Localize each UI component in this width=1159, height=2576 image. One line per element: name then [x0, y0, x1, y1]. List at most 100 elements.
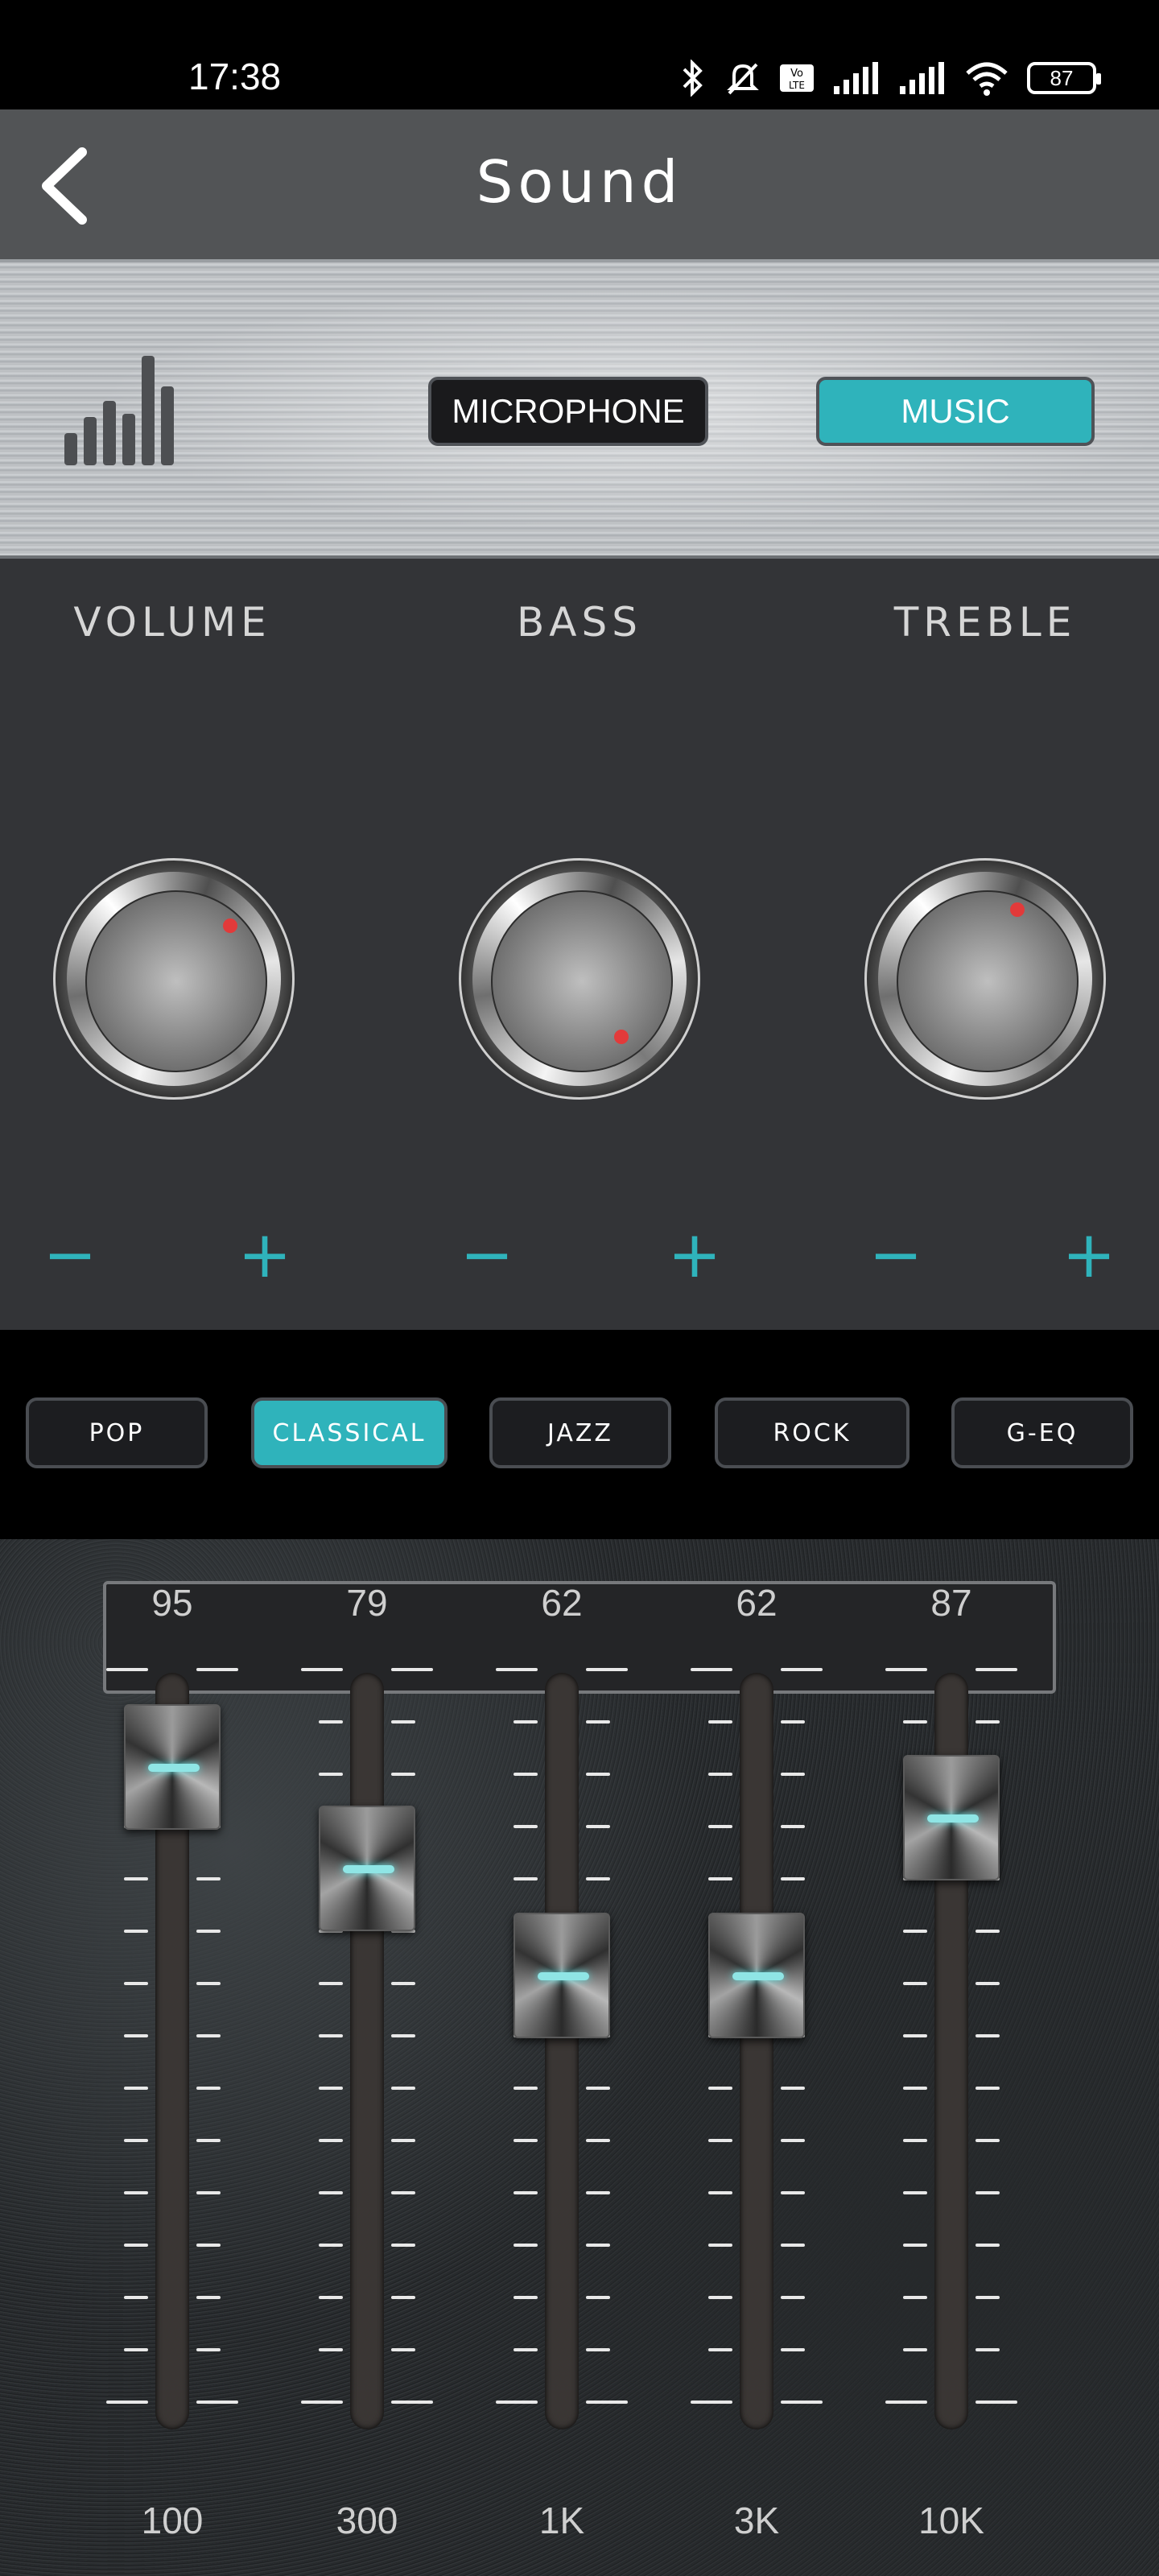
- preset-jazz[interactable]: JAZZ: [489, 1397, 671, 1468]
- eq-tick: [319, 2034, 343, 2037]
- eq-tick: [903, 2244, 927, 2247]
- eq-tick: [124, 2191, 148, 2194]
- eq-tick: [975, 2296, 1000, 2299]
- eq-tick: [514, 2244, 538, 2247]
- eq-tick: [319, 1773, 343, 1776]
- status-time: 17:38: [188, 56, 282, 97]
- eq-tick: [106, 1668, 148, 1671]
- eq-tick: [708, 2139, 732, 2142]
- eq-track-300[interactable]: [350, 1673, 384, 2429]
- eq-tick: [391, 2348, 415, 2351]
- eq-tick: [496, 2401, 538, 2404]
- eq-tick: [391, 1982, 415, 1985]
- eq-tick: [319, 2087, 343, 2090]
- eq-tick: [586, 2401, 628, 2404]
- eq-tick: [691, 1668, 732, 1671]
- eq-tick: [975, 1930, 1000, 1933]
- eq-tick: [124, 1877, 148, 1880]
- treble-plus-button[interactable]: +: [1053, 1219, 1125, 1291]
- eq-slider-thumb-1k[interactable]: [514, 1913, 610, 2038]
- eq-tick: [975, 2401, 1017, 2404]
- eq-tick: [391, 1773, 415, 1776]
- eq-tick: [903, 2087, 927, 2090]
- microphone-button[interactable]: MICROPHONE: [428, 377, 708, 446]
- eq-freq-label-3k: 3K: [733, 2500, 780, 2541]
- bass-knob[interactable]: [459, 858, 700, 1100]
- volume-minus-button[interactable]: −: [34, 1219, 106, 1291]
- eq-tick: [196, 1930, 221, 1933]
- bass-minus-button[interactable]: −: [451, 1219, 523, 1291]
- volume-knob-indicator: [223, 919, 237, 933]
- eq-tick: [781, 1720, 805, 1724]
- eq-tick: [319, 2191, 343, 2194]
- eq-slider-thumb-300[interactable]: [319, 1806, 415, 1931]
- eq-tick: [319, 1720, 343, 1724]
- signal-icon: [834, 62, 878, 94]
- eq-tick: [391, 2139, 415, 2142]
- preset-pop[interactable]: POP: [26, 1397, 208, 1468]
- eq-tick: [781, 2244, 805, 2247]
- bass-label: BASS: [517, 599, 642, 646]
- bass-knob-indicator: [614, 1030, 629, 1044]
- preset-g-eq[interactable]: G-EQ: [951, 1397, 1133, 1468]
- treble-knob[interactable]: [864, 858, 1106, 1100]
- eq-tick: [586, 1720, 610, 1724]
- eq-tick: [903, 2034, 927, 2037]
- eq-tick: [514, 1877, 538, 1880]
- eq-slider-thumb-10k[interactable]: [903, 1755, 1000, 1880]
- eq-slider-thumb-3k[interactable]: [708, 1913, 805, 2038]
- status-bar: 17:38 Vo LTE 87: [0, 0, 1159, 109]
- eq-tick: [586, 2244, 610, 2247]
- eq-tick: [903, 2348, 927, 2351]
- eq-tick: [391, 1720, 415, 1724]
- eq-tick: [708, 2191, 732, 2194]
- volume-knob-face: [85, 890, 267, 1072]
- eq-tick: [903, 2139, 927, 2142]
- volume-plus-button[interactable]: +: [229, 1219, 301, 1291]
- eq-tick: [781, 2191, 805, 2194]
- eq-tick: [885, 1668, 927, 1671]
- eq-value-1k: 62: [541, 1582, 583, 1624]
- eq-tick: [319, 1982, 343, 1985]
- eq-tick: [196, 2191, 221, 2194]
- eq-tick: [885, 2401, 927, 2404]
- eq-value-300: 79: [346, 1582, 388, 1624]
- eq-tick: [301, 1668, 343, 1671]
- eq-tick: [514, 2296, 538, 2299]
- eq-tick: [124, 1930, 148, 1933]
- eq-tick: [319, 2296, 343, 2299]
- music-button[interactable]: MUSIC: [816, 377, 1095, 446]
- svg-text:LTE: LTE: [789, 80, 805, 91]
- eq-tick: [106, 2401, 148, 2404]
- preset-classical[interactable]: CLASSICAL: [251, 1397, 448, 1468]
- treble-minus-button[interactable]: −: [860, 1219, 932, 1291]
- eq-tick: [514, 1773, 538, 1776]
- signal-icon-2: [900, 62, 944, 94]
- status-icons: Vo LTE 87: [679, 58, 1101, 98]
- eq-slider-thumb-100[interactable]: [124, 1704, 221, 1830]
- eq-tick: [391, 2034, 415, 2037]
- eq-tick: [975, 2034, 1000, 2037]
- eq-tick: [708, 2087, 732, 2090]
- volume-knob[interactable]: [53, 858, 295, 1100]
- eq-tick: [124, 1982, 148, 1985]
- eq-track-1k[interactable]: [545, 1673, 579, 2429]
- treble-knob-face: [897, 890, 1079, 1072]
- eq-value-10k: 87: [930, 1582, 972, 1624]
- eq-tick: [903, 1930, 927, 1933]
- eq-tick: [708, 2296, 732, 2299]
- eq-tick: [781, 2296, 805, 2299]
- eq-tick: [691, 2401, 732, 2404]
- eq-tick: [319, 2244, 343, 2247]
- eq-tick: [975, 2087, 1000, 2090]
- eq-track-3k[interactable]: [740, 1673, 773, 2429]
- eq-tick: [708, 1825, 732, 1828]
- eq-tick: [196, 1982, 221, 1985]
- eq-tick: [514, 2087, 538, 2090]
- bass-plus-button[interactable]: +: [658, 1219, 731, 1291]
- equalizer-bars-icon: [64, 356, 174, 465]
- eq-tick: [903, 1982, 927, 1985]
- volume-label: VOLUME: [73, 599, 271, 646]
- eq-tick: [586, 2087, 610, 2090]
- preset-rock[interactable]: ROCK: [715, 1397, 909, 1468]
